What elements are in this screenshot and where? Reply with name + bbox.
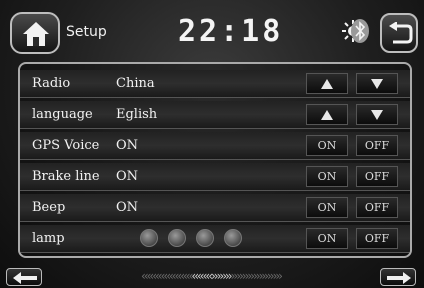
setting-value: China [116,76,155,91]
scroll-left-chevrons: ‹‹‹‹‹‹‹‹‹‹‹‹‹‹‹‹‹‹ [141,269,193,283]
language-up-button[interactable] [306,104,348,125]
lamp-off-button[interactable]: OFF [356,228,398,249]
lamp-color-dot[interactable] [140,229,158,247]
lamp-color-dot[interactable] [224,229,242,247]
scroll-right-highlight: ››››››› [211,269,233,283]
setting-value: Eglish [116,107,158,122]
top-bar: Setup 22:18 [0,0,424,62]
beep-off-button[interactable]: OFF [356,197,398,218]
setting-row-beep: Beep ON ON OFF [20,194,410,222]
setting-row-brake-line: Brake line ON ON OFF [20,163,410,191]
brake-line-off-button[interactable]: OFF [356,166,398,187]
next-page-button[interactable] [380,268,416,286]
settings-panel: Radio China language Eglish GPS Voice ON… [18,62,412,258]
setting-label: Brake line [32,169,100,184]
setting-label: language [32,107,93,122]
setting-label: lamp [32,231,65,246]
left-arrow-icon [13,272,37,284]
gps-voice-off-button[interactable]: OFF [356,135,398,156]
setting-value: ON [116,169,139,184]
lamp-on-button[interactable]: ON [306,228,348,249]
setting-row-radio: Radio China [20,70,410,98]
right-arrow-icon [387,272,411,284]
back-button[interactable] [380,13,418,53]
page-title: Setup [66,24,107,40]
home-button[interactable] [10,12,60,54]
triangle-down-icon [371,110,383,120]
setting-value: ON [116,200,139,215]
setting-label: Beep [32,200,66,215]
scroll-left-highlight: ‹‹‹‹‹‹‹ [191,269,213,283]
scroll-right-chevrons: ›››››››››››››››››› [230,269,283,283]
setting-value: ON [116,138,139,153]
previous-page-button[interactable] [6,268,42,286]
bottom-bar: ‹‹‹‹‹‹‹‹‹‹‹‹‹‹‹‹‹‹‹‹‹‹‹‹‹›››››››››››››››… [0,262,424,288]
language-down-button[interactable] [356,104,398,125]
page-scroll-indicator[interactable]: ‹‹‹‹‹‹‹‹‹‹‹‹‹‹‹‹‹‹‹‹‹‹‹‹‹›››››››››››››››… [66,269,356,285]
setting-row-language: language Eglish [20,101,410,129]
setting-label: Radio [32,76,71,91]
setting-row-lamp: lamp ON OFF [20,225,410,253]
brake-line-on-button[interactable]: ON [306,166,348,187]
lamp-color-dot[interactable] [168,229,186,247]
beep-on-button[interactable]: ON [306,197,348,218]
radio-up-button[interactable] [306,73,348,94]
bluetooth-icon [351,19,369,43]
home-icon [23,22,49,46]
triangle-up-icon [321,110,333,120]
radio-down-button[interactable] [356,73,398,94]
triangle-down-icon [371,79,383,89]
setting-label: GPS Voice [32,138,100,153]
gps-voice-on-button[interactable]: ON [306,135,348,156]
back-icon [389,22,413,44]
setting-row-gps-voice: GPS Voice ON ON OFF [20,132,410,160]
triangle-up-icon [321,79,333,89]
clock: 22:18 [178,14,284,49]
lamp-color-dot[interactable] [196,229,214,247]
